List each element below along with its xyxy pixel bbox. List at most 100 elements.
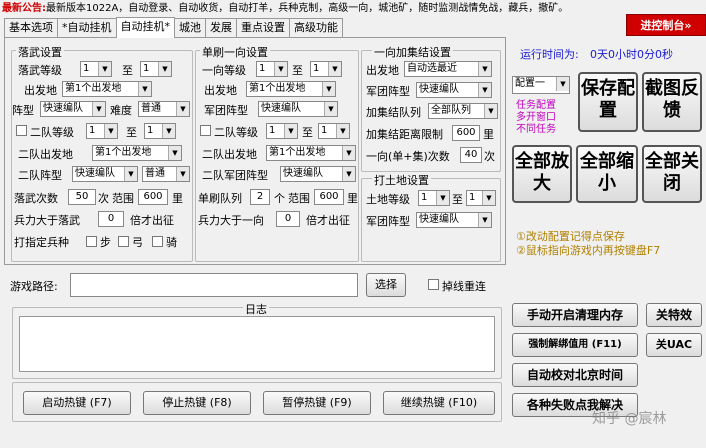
config-select[interactable]: 配置一 [512, 76, 570, 94]
jj-queue-select[interactable]: 全部队列 [428, 103, 498, 119]
jj-corps-select[interactable]: 快速编队 [416, 82, 492, 98]
yx-corps-select[interactable]: 快速编队 [258, 101, 338, 117]
tab-develop[interactable]: 发展 [205, 18, 237, 37]
yx-team2-corps-select[interactable]: 快速编队 [280, 166, 356, 182]
troop-type-label: 打指定兵种 [14, 236, 69, 249]
jj-dist-input[interactable]: 600 [452, 125, 480, 141]
yx-level-to[interactable]: 1 [310, 61, 342, 77]
jj-origin-select[interactable]: 自动选最近 [404, 61, 492, 77]
times-input[interactable]: 50 [68, 189, 96, 205]
tab-advanced[interactable]: 高级功能 [289, 18, 343, 37]
yx-team2-to[interactable]: 1 [318, 123, 350, 139]
luowu-level-from[interactable]: 1 [80, 61, 112, 77]
team2-level-to[interactable]: 1 [144, 123, 176, 139]
yx-range-input[interactable]: 600 [314, 189, 344, 205]
log-textarea[interactable] [19, 316, 495, 372]
tab-auto2[interactable]: 自动挂机* [115, 17, 175, 38]
luowu-level-label: 落武等级 [18, 64, 62, 77]
clean-memory-button[interactable]: 手动开启清理内存 [512, 303, 638, 327]
disable-effects-button[interactable]: 关特效 [646, 303, 702, 327]
yixiang-title: 单刷一向设置 [200, 44, 270, 60]
sync-beijing-time-button[interactable]: 自动校对北京时间 [512, 363, 638, 387]
zoom-in-all-button[interactable]: 全部放大 [512, 145, 572, 203]
luowu-level-to[interactable]: 1 [140, 61, 172, 77]
tab-key-settings[interactable]: 重点设置 [236, 18, 290, 37]
team2-level-from[interactable]: 1 [86, 123, 118, 139]
luowu-origin-select[interactable]: 第1个出发地 [62, 81, 152, 97]
force-unbind-button[interactable]: 强制解绑值用 (F11) [512, 333, 638, 357]
range-unit: 里 [172, 192, 183, 205]
reconnect-checkbox[interactable] [428, 279, 439, 290]
config-hint-3: 不同任务 [516, 124, 556, 135]
archer-checkbox[interactable] [118, 236, 129, 247]
yx-origin-select[interactable]: 第1个出发地 [246, 81, 336, 97]
land-corps-select[interactable]: 快速编队 [416, 212, 492, 228]
jj-count-label: 一向(单+集)次数 [366, 150, 450, 163]
jj-dist-label: 加集结距离限制 [366, 128, 443, 141]
yx-team2-origin-select[interactable]: 第1个出发地 [266, 145, 356, 161]
yixiang-group: 单刷一向设置 一向等级 1 至 1 出发地 第1个出发地 军团阵型 快速编队 二… [195, 44, 359, 262]
land-corps-label: 军团阵型 [366, 215, 410, 228]
team2-formation-label: 二队阵型 [18, 169, 62, 182]
save-config-button[interactable]: 保存配置 [578, 72, 638, 132]
team2-checkbox[interactable] [16, 125, 27, 136]
team2-difficulty-select[interactable]: 普通 [142, 166, 190, 182]
runtime-label: 运行时间为: [520, 48, 579, 61]
difficulty-select[interactable]: 普通 [138, 101, 190, 117]
archer-label: 弓 [132, 236, 143, 249]
cavalry-checkbox[interactable] [152, 236, 163, 247]
yx-origin-label: 出发地 [204, 84, 237, 97]
yx-level-label: 一向等级 [202, 64, 246, 77]
land-level-to[interactable]: 1 [466, 190, 496, 206]
yx-to-label-2: 至 [302, 126, 313, 139]
yx-queue-unit: 个 [274, 192, 285, 205]
cavalry-label: 骑 [166, 236, 177, 249]
to-label: 至 [122, 64, 133, 77]
team2-formation-select[interactable]: 快速编队 [72, 166, 138, 182]
range-input[interactable]: 600 [138, 189, 168, 205]
yx-range-label: 范围 [288, 192, 310, 205]
log-title: 日志 [243, 301, 269, 317]
yx-level-from[interactable]: 1 [256, 61, 288, 77]
zoom-out-all-button[interactable]: 全部缩小 [576, 145, 638, 203]
announcement-bar: 最新公告:最新版本1022A，自动登录、自动收货，自动打羊，兵种克制，高级一向，… [0, 0, 706, 17]
luowu-group: 落武设置 落武等级 1 至 1 出发地 第1个出发地 阵型 快速编队 难度 普通… [11, 44, 193, 262]
console-button[interactable]: 进控制台» [626, 14, 706, 36]
yx-team2-from[interactable]: 1 [266, 123, 298, 139]
runtime-value: 0天0小时0分0秒 [590, 48, 673, 61]
browse-button[interactable]: 选择 [366, 273, 406, 297]
watermark: 知乎 @宸林 [592, 411, 667, 427]
game-path-input[interactable] [70, 273, 358, 297]
troop-input[interactable]: 0 [98, 211, 124, 227]
announcement-label: 最新公告: [2, 3, 46, 14]
screenshot-feedback-button[interactable]: 截图反馈 [642, 72, 702, 132]
luowu-title: 落武设置 [16, 44, 64, 60]
land-level-from[interactable]: 1 [418, 190, 450, 206]
jj-origin-label: 出发地 [366, 64, 399, 77]
jj-queue-label: 加集结队列 [366, 106, 421, 119]
team2-origin-select[interactable]: 第1个出发地 [92, 145, 182, 161]
yx-queue-input[interactable]: 2 [250, 189, 270, 205]
close-all-button[interactable]: 全部关闭 [642, 145, 702, 203]
team2-level-label: 二队等级 [30, 126, 74, 139]
jijie-title: 一向加集结设置 [372, 44, 453, 60]
tab-auto1[interactable]: *自动挂机 [57, 18, 117, 37]
stop-hotkey-button[interactable]: 停止热键 (F8) [143, 391, 251, 415]
yx-troop-input[interactable]: 0 [276, 211, 300, 227]
origin-label: 出发地 [24, 84, 57, 97]
luowu-formation-select[interactable]: 快速编队 [40, 101, 106, 117]
tab-city[interactable]: 城池 [174, 18, 206, 37]
tab-basic[interactable]: 基本选项 [4, 18, 58, 37]
yx-range-unit: 里 [347, 192, 358, 205]
jj-count-input[interactable]: 40 [460, 147, 482, 163]
formation-label: 阵型 [12, 104, 34, 117]
yx-corps-label: 军团阵型 [204, 104, 248, 117]
resume-hotkey-button[interactable]: 继续热键 (F10) [383, 391, 495, 415]
settings-panel: 落武设置 落武等级 1 至 1 出发地 第1个出发地 阵型 快速编队 难度 普通… [4, 37, 506, 265]
pause-hotkey-button[interactable]: 暂停热键 (F9) [263, 391, 371, 415]
infantry-checkbox[interactable] [86, 236, 97, 247]
disable-uac-button[interactable]: 关UAC [646, 333, 702, 357]
yx-team2-checkbox[interactable] [200, 125, 211, 136]
yx-queue-label: 单刷队列 [198, 192, 242, 205]
start-hotkey-button[interactable]: 启动热键 (F7) [23, 391, 131, 415]
